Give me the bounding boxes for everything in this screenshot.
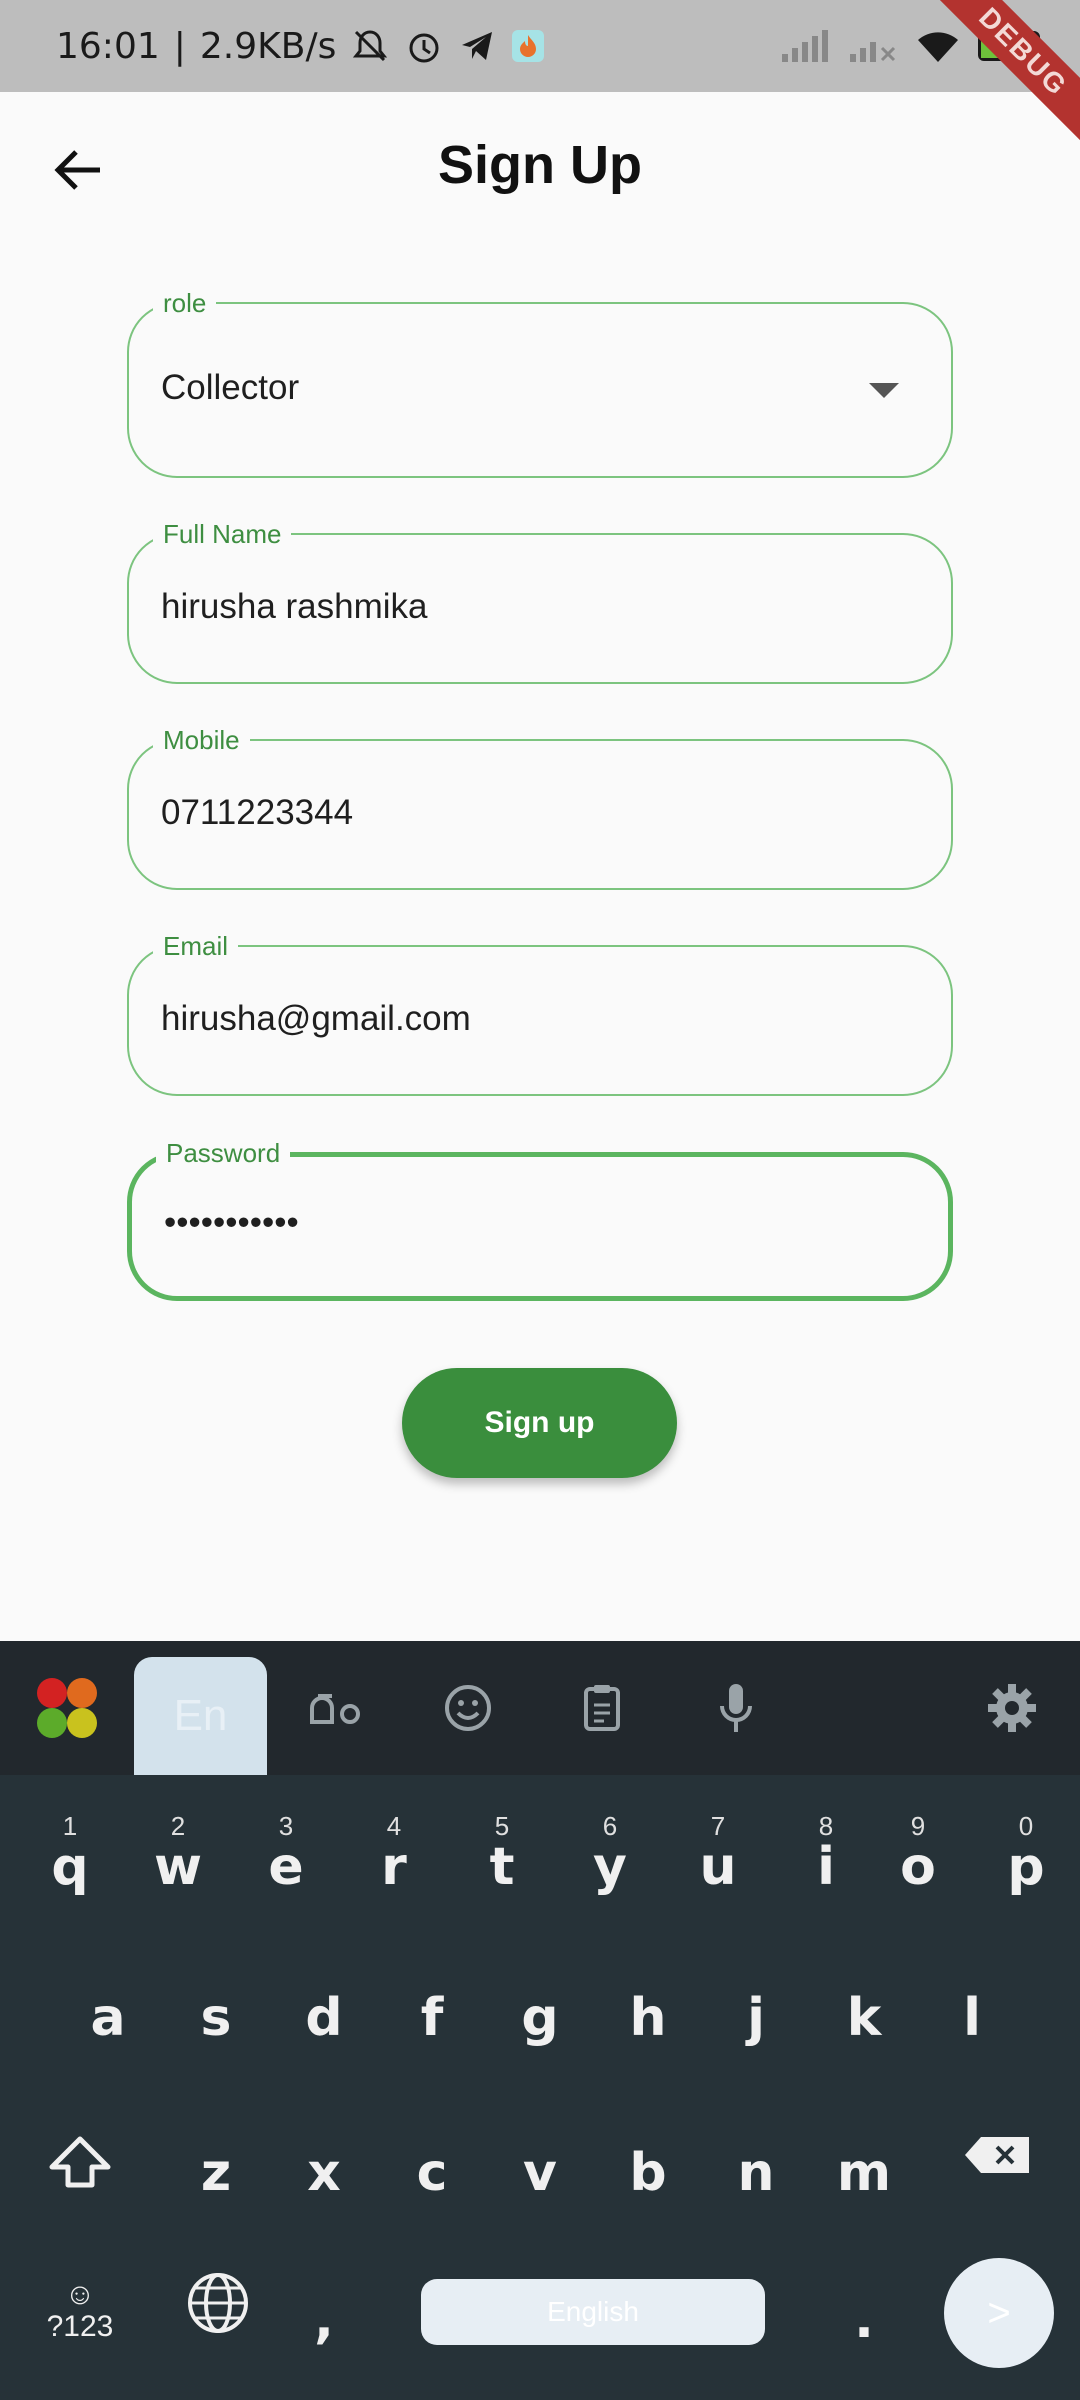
key-k[interactable]: k (814, 1988, 914, 2108)
period-key[interactable]: . (814, 2290, 914, 2400)
key-m[interactable]: m (814, 2143, 914, 2263)
apps-logo-icon[interactable] (30, 1641, 104, 1775)
key-o[interactable]: 9o (868, 1811, 968, 1931)
sinhala-script-icon[interactable] (296, 1641, 376, 1775)
clipboard-icon[interactable] (562, 1641, 642, 1775)
wifi-icon (916, 28, 960, 64)
dropdown-arrow-icon (869, 383, 899, 398)
key-h[interactable]: h (598, 1988, 698, 2108)
comma-key[interactable]: , (274, 2290, 374, 2400)
alarm-icon (404, 26, 444, 66)
chevron-right-icon: > (987, 2290, 1011, 2335)
shift-arrow-icon (49, 2136, 111, 2188)
mute-icon (350, 26, 390, 66)
key-v[interactable]: v (490, 2143, 590, 2263)
key-l[interactable]: l (922, 1988, 1022, 2108)
password-field[interactable]: Password ••••••••••• (127, 1138, 953, 1301)
email-label: Email (153, 931, 239, 961)
key-y[interactable]: 6y (560, 1811, 660, 1931)
space-bar[interactable]: English (421, 2279, 765, 2345)
telegram-icon (458, 27, 496, 65)
signal-no-service-icon (848, 28, 898, 64)
role-dropdown[interactable]: role Collector (127, 288, 953, 478)
key-a[interactable]: a (58, 1988, 158, 2108)
key-e[interactable]: 3e (236, 1811, 336, 1931)
keyboard-toolbar: En (0, 1641, 1080, 1775)
signal-icon (780, 28, 830, 64)
email-value: hirusha@gmail.com (161, 999, 471, 1038)
key-r[interactable]: 4r (344, 1811, 444, 1931)
key-q[interactable]: 1q (20, 1811, 120, 1931)
role-label: role (153, 288, 217, 318)
app-notification-icon (510, 28, 546, 64)
full-name-label: Full Name (153, 519, 292, 549)
language-tab[interactable]: En (134, 1657, 267, 1775)
app-bar: Sign Up (0, 92, 1080, 248)
mobile-field[interactable]: Mobile 0711223344 (127, 725, 953, 890)
backspace-icon (965, 2137, 1029, 2173)
key-p[interactable]: 0p (976, 1811, 1076, 1931)
settings-gear-icon[interactable] (972, 1641, 1052, 1775)
key-g[interactable]: g (490, 1988, 590, 2108)
page-title: Sign Up (438, 135, 642, 195)
shift-key[interactable] (30, 2135, 130, 2255)
language-switch-key[interactable] (168, 2270, 268, 2390)
globe-icon (188, 2273, 248, 2333)
key-u[interactable]: 7u (668, 1811, 768, 1931)
status-network-speed: 2.9KB/s (199, 25, 337, 67)
password-value: ••••••••••• (164, 1203, 299, 1242)
password-label: Password (156, 1138, 291, 1168)
status-bar: 16:01 | 2.9KB/s 49 DEBUG (0, 0, 1080, 149)
key-d[interactable]: d (274, 1988, 374, 2108)
key-j[interactable]: j (706, 1988, 806, 2108)
mobile-value: 0711223344 (161, 793, 354, 832)
key-c[interactable]: c (382, 2143, 482, 2263)
status-time: 16:01 (56, 25, 160, 67)
email-field[interactable]: Email hirusha@gmail.com (127, 931, 953, 1096)
emoji-icon[interactable] (428, 1641, 508, 1775)
backspace-key[interactable] (948, 2135, 1048, 2255)
symbols-key[interactable]: ☺ ?123 (40, 2280, 120, 2360)
enter-key[interactable]: > (944, 2258, 1054, 2368)
microphone-icon[interactable] (696, 1641, 776, 1775)
smiley-small-icon: ☺ (64, 2278, 96, 2311)
mobile-label: Mobile (153, 725, 250, 755)
key-z[interactable]: z (166, 2143, 266, 2263)
full-name-value: hirusha rashmika (161, 587, 428, 626)
key-b[interactable]: b (598, 2143, 698, 2263)
role-value: Collector (161, 368, 300, 407)
sign-up-button[interactable]: Sign up (402, 1368, 677, 1478)
full-name-field[interactable]: Full Name hirusha rashmika (127, 519, 953, 684)
key-i[interactable]: 8i (776, 1811, 876, 1931)
key-f[interactable]: f (382, 1988, 482, 2108)
key-w[interactable]: 2w (128, 1811, 228, 1931)
key-x[interactable]: x (274, 2143, 374, 2263)
key-t[interactable]: 5t (452, 1811, 552, 1931)
key-n[interactable]: n (706, 2143, 806, 2263)
key-s[interactable]: s (166, 1988, 266, 2108)
